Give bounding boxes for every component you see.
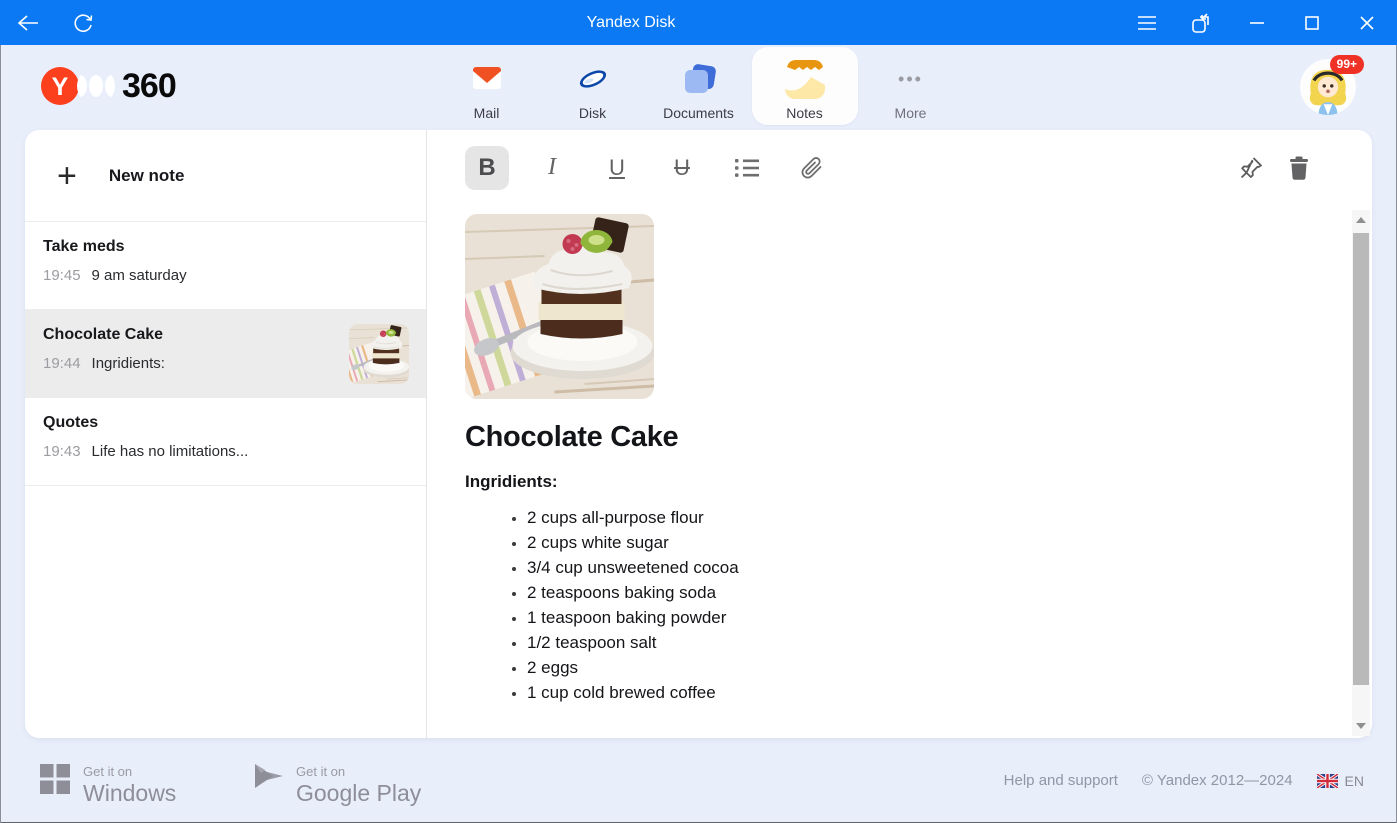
tab-mail[interactable]: Mail [434,47,540,125]
get-on-windows-link[interactable]: Get it on Windows [40,764,176,807]
mail-icon [465,57,509,101]
documents-icon [677,57,721,101]
note-item-time: 19:43 [43,443,81,460]
tab-notes-label: Notes [786,105,823,121]
tab-disk-label: Disk [579,105,606,121]
user-avatar[interactable]: 99+ [1300,59,1356,115]
logo-360-text: 360 [122,67,176,106]
windows-label: Windows [83,780,176,807]
note-subtitle: Ingridients: [465,472,1372,492]
notification-badge: 99+ [1330,55,1364,74]
main-panel: + New note Take meds 19:45 9 am saturday… [25,130,1372,738]
notes-sidebar: + New note Take meds 19:45 9 am saturday… [25,130,427,738]
note-editor: B I U U [427,130,1372,738]
ingredient-item: 1/2 teaspoon salt [527,630,1372,655]
bold-button[interactable]: B [465,146,509,190]
minimize-button[interactable] [1229,0,1284,45]
language-selector[interactable]: EN [1317,773,1364,789]
refresh-button[interactable] [61,0,105,45]
app-header: Y 360 Mail [0,45,1397,130]
bullet-list-icon [735,158,759,178]
attach-button[interactable] [790,146,834,190]
note-content-area[interactable]: Chocolate Cake Ingridients: 2 cups all-p… [427,205,1372,705]
scroll-down-arrow[interactable] [1352,716,1370,736]
scrollbar-thumb[interactable] [1353,233,1369,685]
format-toolbar: B I U U [427,130,1372,205]
italic-button[interactable]: I [530,146,574,190]
notes-icon [783,57,827,101]
service-tabs: Mail Disk Documents [434,47,964,125]
pin-icon [1238,155,1264,181]
note-item-title: Take meds [43,238,408,256]
delete-note-button[interactable] [1286,155,1312,181]
note-title: Chocolate Cake [465,421,1372,454]
note-list-item-take-meds[interactable]: Take meds 19:45 9 am saturday [25,222,426,310]
note-list-item-chocolate-cake[interactable]: Chocolate Cake 19:44 Ingridients: [25,310,426,398]
note-thumbnail [349,324,409,384]
maximize-button[interactable] [1284,0,1339,45]
editor-scrollbar[interactable] [1352,210,1370,736]
underline-button[interactable]: U [595,146,639,190]
app-footer: Get it on Windows Get it on Google Play … [0,738,1397,823]
google-play-label: Google Play [296,780,421,807]
note-item-time: 19:44 [43,355,81,372]
language-label: EN [1345,773,1364,789]
svg-text:Y: Y [52,73,69,101]
ingredient-item: 1 cup cold brewed coffee [527,680,1372,705]
tab-more-label: More [895,105,927,121]
note-item-title: Quotes [43,414,408,432]
close-button[interactable] [1339,0,1394,45]
new-note-label: New note [109,166,185,186]
new-note-button[interactable]: + New note [25,130,426,222]
get-on-google-play-link[interactable]: Get it on Google Play [253,764,421,807]
bullet-list-button[interactable] [725,146,769,190]
tab-documents[interactable]: Documents [646,47,752,125]
get-it-on-label: Get it on [296,764,421,779]
window-title: Yandex Disk [587,14,676,32]
more-icon: ••• [889,57,933,101]
scroll-up-arrow[interactable] [1352,210,1370,230]
copyright-text: © Yandex 2012—2024 [1142,772,1293,789]
cake-photo [465,214,654,399]
tab-more[interactable]: ••• More [858,47,964,125]
pin-note-button[interactable] [1238,155,1264,181]
note-item-preview: 9 am saturday [92,267,187,284]
tab-notes[interactable]: Notes [752,47,858,125]
ingredient-item: 2 cups white sugar [527,530,1372,555]
get-it-on-label: Get it on [83,764,176,779]
plus-icon: + [57,161,77,191]
paperclip-icon [800,156,824,180]
ingredient-item: 2 teaspoons baking soda [527,580,1372,605]
help-support-link[interactable]: Help and support [1004,772,1118,789]
tab-disk[interactable]: Disk [540,47,646,125]
360-logo-icon [76,66,116,106]
ingredient-item: 1 teaspoon baking powder [527,605,1372,630]
ingredient-list: 2 cups all-purpose flour 2 cups white su… [465,505,1372,705]
note-item-time: 19:45 [43,267,81,284]
note-item-preview: Ingridients: [92,355,165,372]
note-item-preview: Life has no limitations... [92,443,249,460]
strikethrough-button[interactable]: U [660,146,704,190]
ingredient-item: 2 cups all-purpose flour [527,505,1372,530]
titlebar: Yandex Disk [0,0,1397,45]
app-window: Yandex Disk Y [0,0,1397,823]
menu-button[interactable] [1119,0,1174,45]
google-play-icon [253,764,283,796]
tab-mail-label: Mail [474,105,500,121]
uk-flag-icon [1317,774,1338,788]
disk-icon [571,57,615,101]
windows-icon [40,764,70,794]
note-list-item-quotes[interactable]: Quotes 19:43 Life has no limitations... [25,398,426,486]
ingredient-item: 2 eggs [527,655,1372,680]
ingredient-item: 3/4 cup unsweetened cocoa [527,555,1372,580]
yandex-logo-icon: Y [40,66,80,106]
trash-icon [1288,156,1310,180]
tab-documents-label: Documents [663,105,734,121]
back-button[interactable] [6,0,50,45]
y360-logo[interactable]: Y 360 [40,66,176,106]
popup-window-button[interactable] [1174,0,1229,45]
